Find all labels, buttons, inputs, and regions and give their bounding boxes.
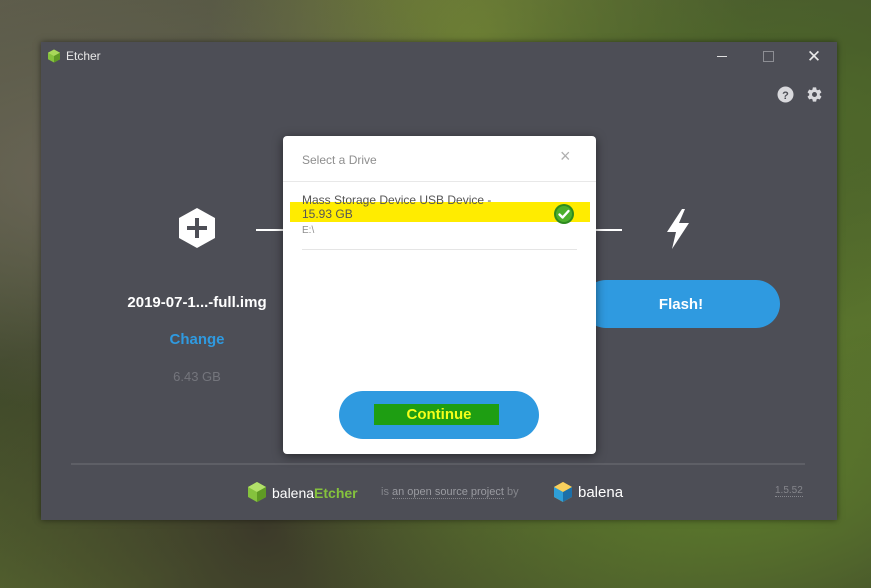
plus-hexagon-icon [179, 208, 215, 248]
open-source-link[interactable]: an open source project [392, 486, 504, 499]
continue-button[interactable]: Continue [339, 391, 539, 439]
svg-text:?: ? [782, 90, 789, 102]
footer: balenaEtcher is an open source project b… [41, 480, 837, 504]
minimize-button[interactable] [699, 42, 745, 70]
version-label[interactable]: 1.5.52 [775, 485, 803, 497]
drive-path: E:\ [302, 225, 315, 236]
footer-by: by [507, 486, 519, 498]
modal-header: Select a Drive × [283, 136, 596, 182]
footer-text: is an open source project by [381, 486, 519, 499]
lightning-bolt-icon [667, 209, 689, 249]
minimize-icon [717, 55, 727, 57]
step-connector-right [594, 229, 622, 231]
footer-is: is [381, 486, 389, 498]
step-connector-left [256, 229, 284, 231]
image-step [117, 207, 277, 249]
close-window-button[interactable]: ✕ [791, 42, 837, 70]
drive-name: Mass Storage Device USB Device - [302, 193, 492, 207]
balena-logo[interactable]: balena [578, 484, 623, 501]
select-drive-modal: Select a Drive × Mass Storage Device USB… [283, 136, 596, 454]
balena-etcher-logo[interactable]: balenaEtcher [272, 485, 358, 501]
continue-label: Continue [406, 406, 472, 423]
header-actions: ? [777, 86, 823, 103]
gear-icon[interactable] [806, 86, 823, 103]
drive-list-item[interactable]: Mass Storage Device USB Device - 15.93 G… [290, 192, 590, 250]
app-cube-icon [48, 49, 60, 63]
title-bar[interactable]: Etcher ✕ [41, 42, 837, 70]
close-icon: ✕ [806, 46, 822, 66]
help-icon[interactable]: ? [777, 86, 794, 103]
balena-etcher-logo-icon [248, 482, 266, 502]
change-image-link[interactable]: Change [147, 331, 247, 348]
flash-button[interactable]: Flash! [582, 280, 780, 328]
image-filename: 2019-07-1...-full.img [127, 294, 267, 311]
check-circle-icon [554, 204, 574, 224]
brand-suffix: Etcher [314, 485, 358, 501]
image-size: 6.43 GB [173, 369, 221, 384]
balena-logo-icon [554, 482, 572, 502]
maximize-icon [762, 50, 774, 62]
drive-size: 15.93 GB [302, 207, 353, 221]
maximize-button[interactable] [745, 42, 791, 70]
modal-title: Select a Drive [302, 153, 377, 167]
footer-divider [71, 463, 805, 465]
brand-prefix: balena [272, 485, 315, 501]
modal-close-icon[interactable]: × [560, 147, 571, 165]
window-title: Etcher [66, 49, 101, 63]
